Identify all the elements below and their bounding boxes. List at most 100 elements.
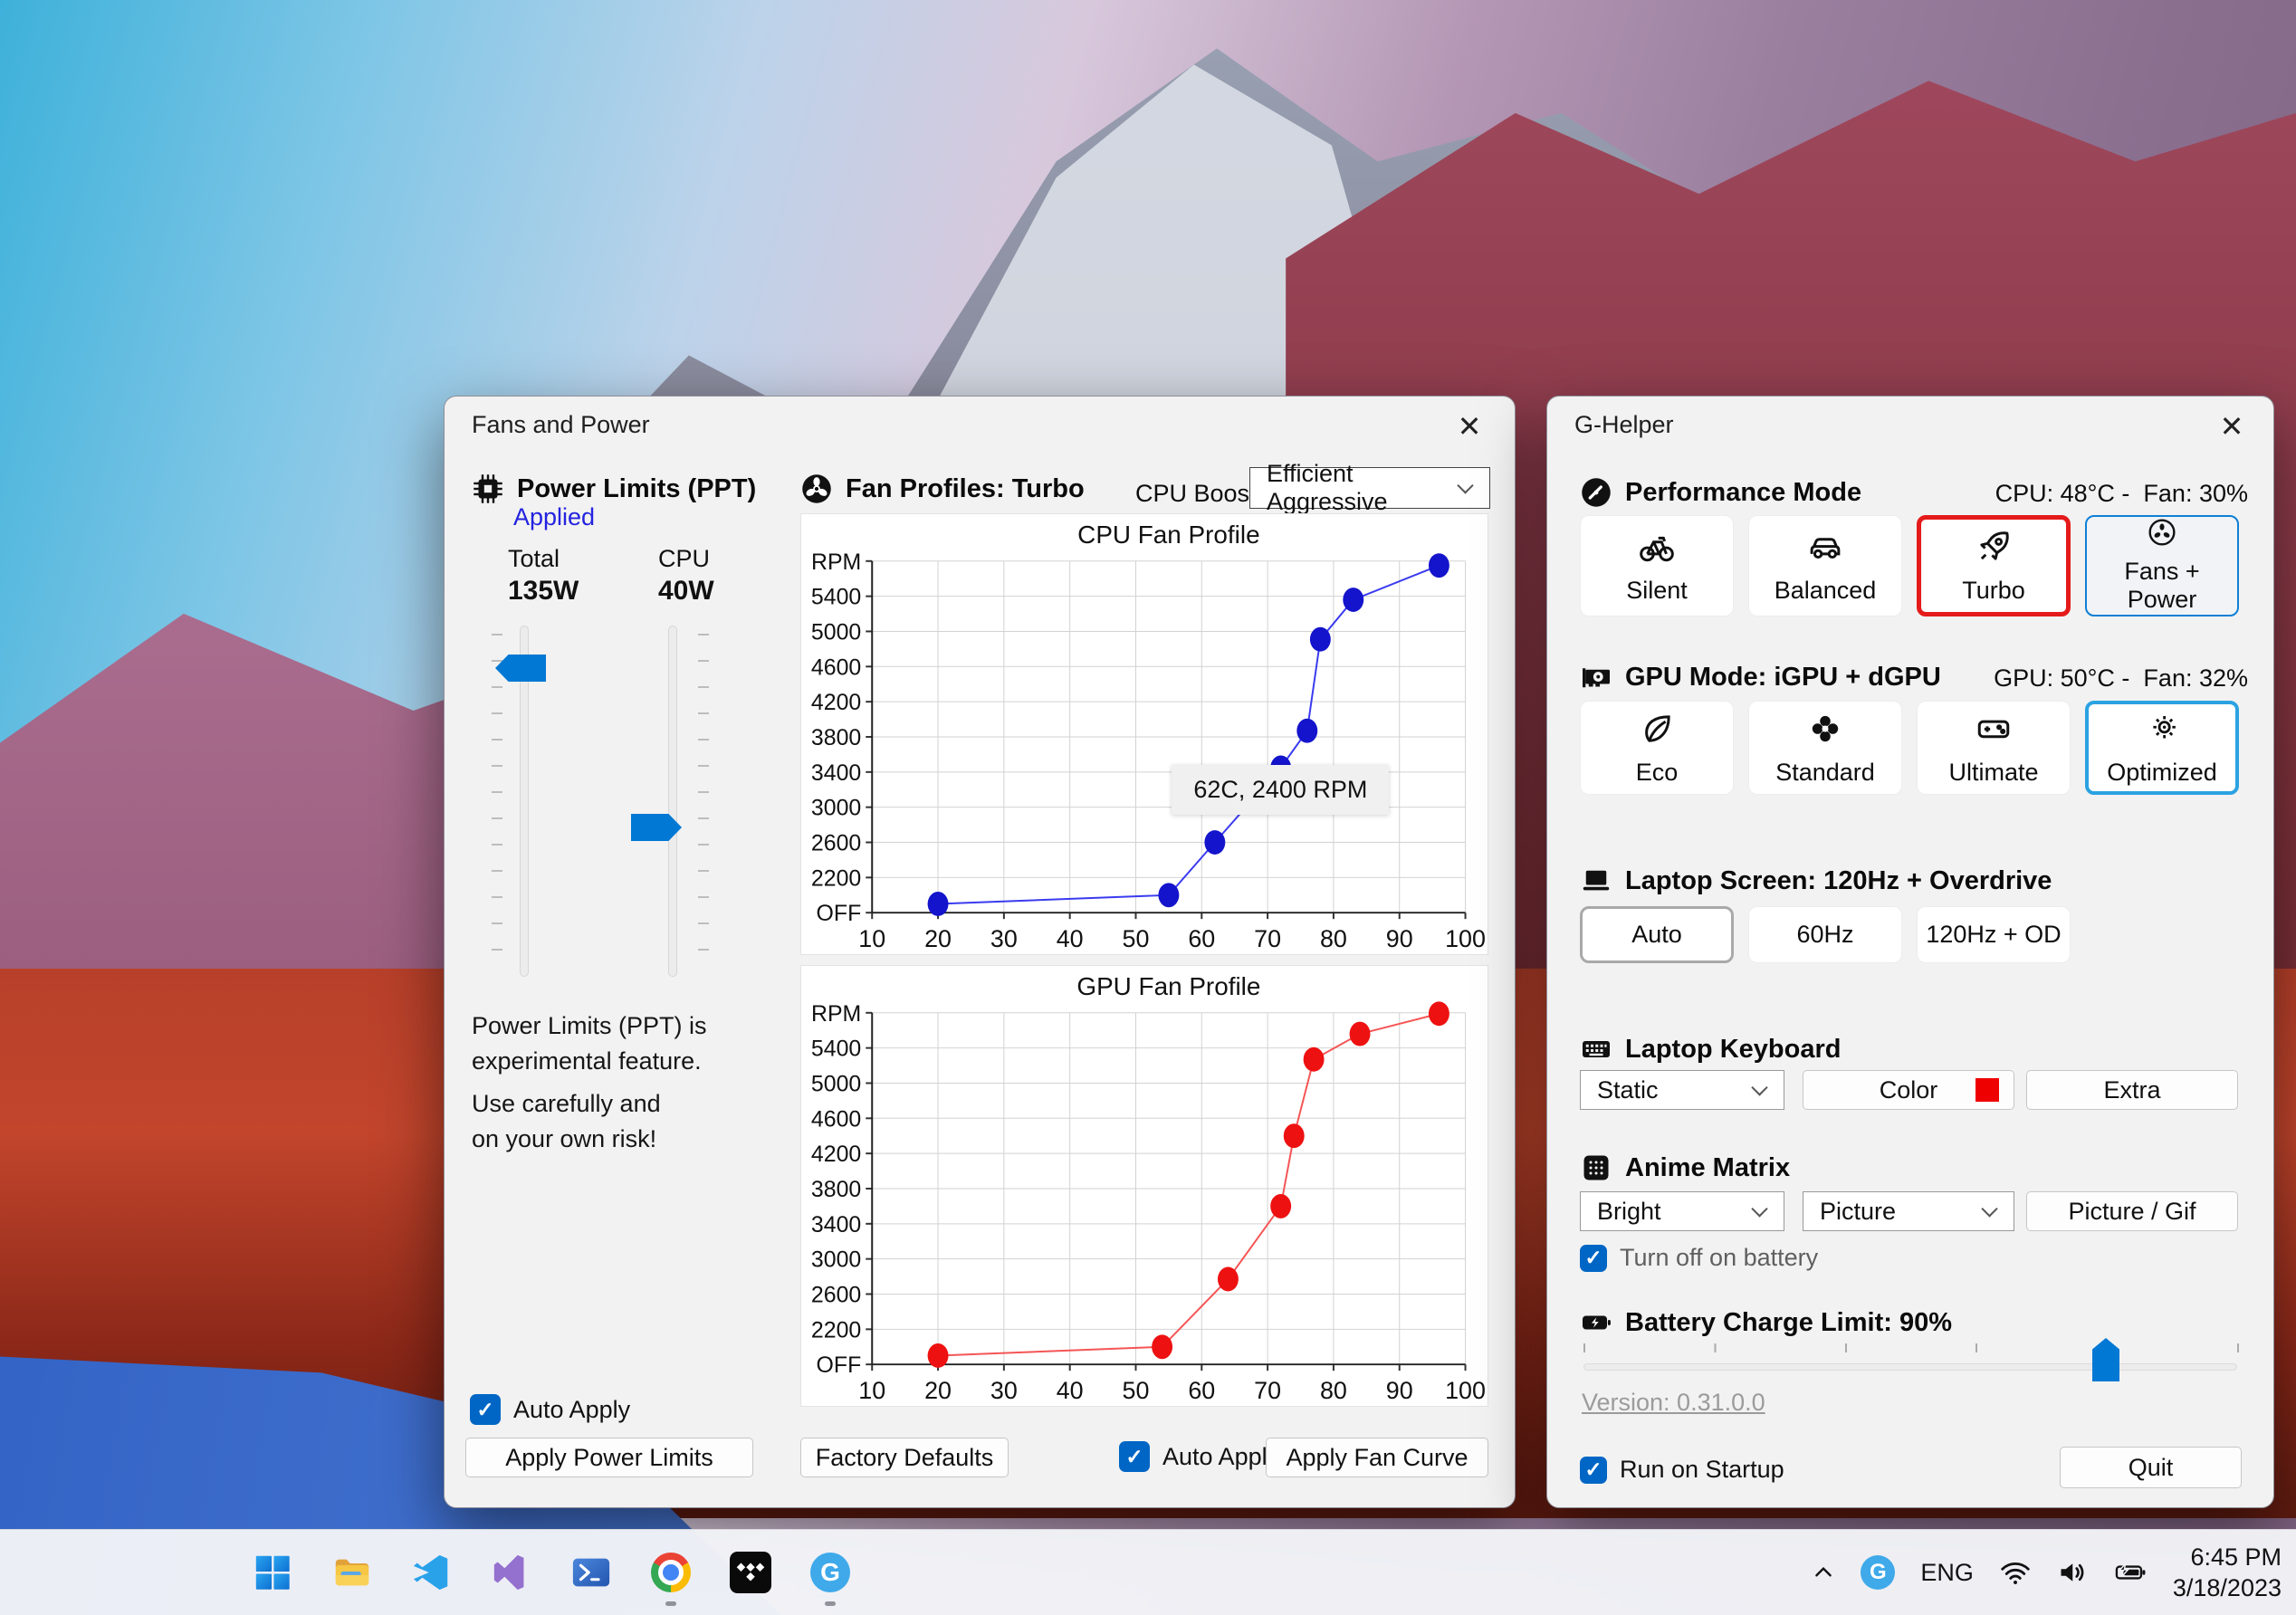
clock[interactable]: 6:45 PM 3/18/2023 — [2173, 1542, 2282, 1603]
factory-defaults-button[interactable]: Factory Defaults — [800, 1438, 1009, 1477]
gpu-eco-button[interactable]: Eco — [1580, 701, 1734, 795]
close-icon[interactable]: ✕ — [1448, 407, 1491, 445]
tidal-icon — [730, 1552, 771, 1593]
anime-matrix-heading: Anime Matrix — [1580, 1152, 1790, 1184]
checkbox-check-icon — [1119, 1441, 1150, 1472]
version-link[interactable]: Version: 0.31.0.0 — [1582, 1389, 1765, 1417]
fans-window-titlebar[interactable]: Fans and Power — [445, 397, 1515, 453]
gpu-standard-label: Standard — [1775, 758, 1875, 786]
screen-auto-button[interactable]: Auto — [1580, 906, 1734, 963]
svg-text:20: 20 — [924, 925, 952, 952]
tray-chevron-up-icon[interactable] — [1812, 1561, 1835, 1584]
chrome-button[interactable] — [648, 1550, 694, 1606]
battery-slider[interactable] — [1583, 1363, 2237, 1371]
gpu-mode-title: GPU Mode: iGPU + dGPU — [1625, 662, 1941, 692]
auto-apply-power-checkbox[interactable]: Auto Apply — [470, 1394, 630, 1425]
svg-text:30: 30 — [990, 925, 1018, 952]
svg-text:40: 40 — [1057, 1377, 1084, 1404]
gpu-standard-button[interactable]: Standard — [1748, 701, 1902, 795]
gpu-optimized-button[interactable]: Optimized — [2085, 701, 2239, 795]
anime-mode-value: Picture — [1820, 1197, 1897, 1225]
total-value: 135W — [508, 576, 579, 606]
gpu-ultimate-label: Ultimate — [1948, 758, 2039, 786]
cpu-boost-select[interactable]: Efficient Aggressive — [1249, 460, 1490, 515]
svg-text:4600: 4600 — [811, 655, 861, 680]
total-slider-ticks — [492, 634, 502, 970]
start-button[interactable] — [250, 1550, 295, 1595]
tidal-button[interactable] — [728, 1550, 773, 1595]
mode-fans-power-button[interactable]: Fans + Power — [2085, 515, 2239, 616]
tray-date: 3/18/2023 — [2172, 1574, 2282, 1601]
gpu-temp-status: GPU: 50°C - Fan: 32% — [1994, 664, 2248, 692]
auto-apply-fan-checkbox[interactable]: Auto Apply — [1119, 1441, 1279, 1472]
g-helper-taskbar-button[interactable]: G — [808, 1550, 853, 1606]
mode-turbo-button[interactable]: Turbo — [1917, 515, 2071, 616]
screen-120hz-od-button[interactable]: 120Hz + OD — [1917, 906, 2071, 963]
visual-studio-button[interactable] — [489, 1550, 534, 1595]
battery-charging-icon[interactable] — [2115, 1556, 2148, 1589]
anime-mode-select[interactable]: Picture — [1803, 1191, 2014, 1231]
checkbox-check-icon — [1580, 1456, 1607, 1484]
svg-text:90: 90 — [1386, 925, 1413, 952]
language-indicator[interactable]: ENG — [1920, 1559, 1974, 1587]
quit-button[interactable]: Quit — [2060, 1447, 2242, 1488]
mode-balanced-button[interactable]: Balanced — [1748, 515, 1902, 616]
svg-text:2600: 2600 — [811, 1282, 861, 1307]
keyboard-mode-select[interactable]: Static — [1580, 1070, 1784, 1110]
svg-text:80: 80 — [1320, 1377, 1347, 1404]
svg-text:3400: 3400 — [811, 1212, 861, 1238]
svg-text:3400: 3400 — [811, 760, 861, 786]
powershell-button[interactable] — [569, 1550, 614, 1595]
chip-icon — [474, 474, 502, 503]
file-explorer-button[interactable] — [330, 1550, 375, 1595]
turn-off-on-battery-checkbox[interactable]: Turn off on battery — [1580, 1244, 1818, 1272]
gauge-icon — [1582, 478, 1611, 507]
svg-text:10: 10 — [858, 1377, 885, 1404]
apply-power-limits-button[interactable]: Apply Power Limits — [465, 1438, 753, 1477]
mode-silent-button[interactable]: Silent — [1580, 515, 1734, 616]
gpu-fan-chart[interactable]: 10 20 30 40 50 60 70 80 90 100 OFF 2200 2600 3000 3400… — [801, 966, 1488, 1406]
keyboard-color-button[interactable]: Color — [1803, 1070, 2014, 1110]
svg-text:40: 40 — [1057, 925, 1084, 952]
anime-picture-gif-button[interactable]: Picture / Gif — [2026, 1191, 2238, 1231]
fans-and-power-window: Fans and Power ✕ Power Limits (PPT) Appl… — [444, 396, 1516, 1508]
gpu-optimized-label: Optimized — [2107, 758, 2217, 786]
fans-window-title: Fans and Power — [472, 410, 650, 438]
wifi-icon[interactable] — [1999, 1556, 2032, 1589]
svg-text:3800: 3800 — [811, 725, 861, 750]
screen-60hz-label: 60Hz — [1796, 921, 1854, 948]
gpu-ultimate-button[interactable]: Ultimate — [1917, 701, 2071, 795]
apply-fan-curve-button[interactable]: Apply Fan Curve — [1266, 1438, 1488, 1477]
running-indicator — [665, 1601, 676, 1606]
cpu-slider[interactable] — [668, 626, 677, 977]
svg-text:OFF: OFF — [817, 1352, 862, 1378]
gpu-mode-heading: GPU Mode: iGPU + dGPU — [1580, 661, 1941, 693]
anime-brightness-select[interactable]: Bright — [1580, 1191, 1784, 1231]
svg-text:4200: 4200 — [811, 690, 861, 715]
close-icon[interactable]: ✕ — [2210, 407, 2253, 445]
svg-text:70: 70 — [1254, 1377, 1281, 1404]
mode-balanced-label: Balanced — [1774, 576, 1877, 604]
svg-text:20: 20 — [924, 1377, 952, 1404]
volume-icon[interactable] — [2057, 1556, 2090, 1589]
svg-text:50: 50 — [1123, 925, 1150, 952]
g-helper-window: G-Helper ✕ Performance Mode CPU: 48°C - … — [1546, 396, 2274, 1508]
anime-matrix-title: Anime Matrix — [1625, 1152, 1791, 1182]
cpu-fan-profile-panel: 10 20 30 40 50 60 70 80 90 100 OFF 2200 2600 3000 3400… — [800, 513, 1488, 955]
svg-text:2600: 2600 — [811, 830, 861, 855]
svg-text:RPM: RPM — [811, 1001, 861, 1027]
cpu-fan-chart[interactable]: 10 20 30 40 50 60 70 80 90 100 OFF 2200 2600 3000 3400… — [801, 514, 1488, 954]
screen-60hz-button[interactable]: 60Hz — [1748, 906, 1902, 963]
screen-120hz-od-label: 120Hz + OD — [1926, 921, 2062, 948]
total-slider-thumb[interactable] — [495, 655, 546, 682]
battery-icon — [1583, 1315, 1611, 1330]
cpu-boost-value: Efficient Aggressive — [1267, 460, 1388, 515]
g-helper-tray-icon[interactable]: G — [1861, 1555, 1896, 1590]
svg-text:GPU Fan Profile: GPU Fan Profile — [1076, 972, 1260, 1000]
visual-studio-icon — [493, 1554, 524, 1591]
vscode-button[interactable] — [409, 1550, 454, 1595]
keyboard-extra-button[interactable]: Extra — [2026, 1070, 2238, 1110]
g-helper-titlebar[interactable]: G-Helper — [1547, 397, 2273, 453]
run-on-startup-checkbox[interactable]: Run on Startup — [1580, 1456, 1784, 1484]
mode-silent-label: Silent — [1626, 576, 1688, 604]
